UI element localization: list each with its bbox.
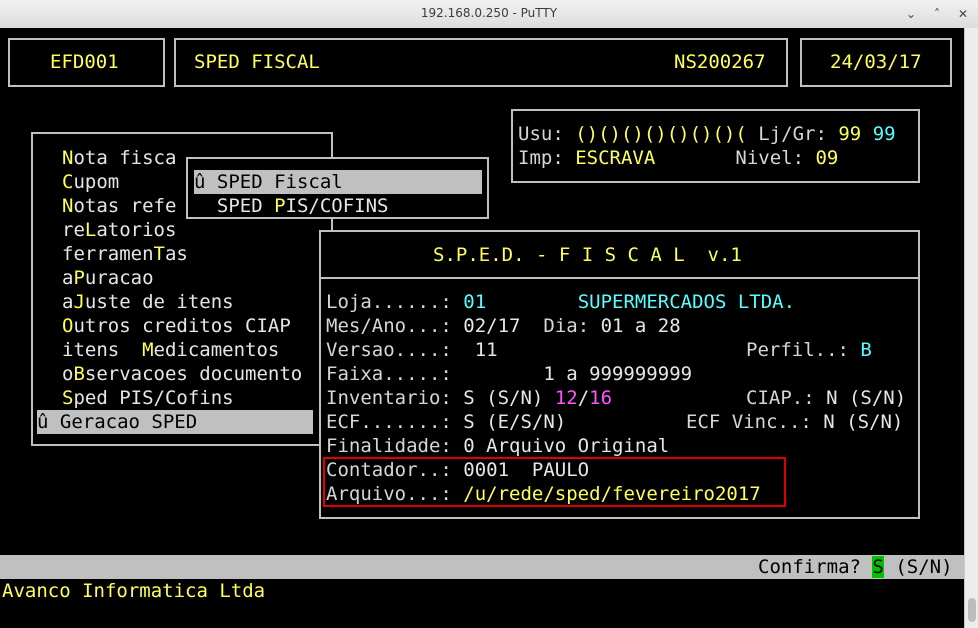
menu-item[interactable]: oBservacoes documento — [62, 362, 302, 386]
menu-item[interactable]: reLatorios — [62, 218, 176, 242]
menu-item[interactable]: aJuste de itens — [62, 290, 234, 314]
module-name: SPED FISCAL — [194, 51, 320, 73]
terminal-screen[interactable]: EFD001 SPED FISCAL NS200267 24/03/17 Usu… — [0, 28, 964, 628]
confirm-prompt[interactable]: Confirma? S (S/N) — [758, 555, 953, 579]
field-inventario[interactable]: Inventario: S (S/N) 12/16 — [326, 386, 612, 410]
field-ciap[interactable]: CIAP.: N (S/N) — [746, 386, 906, 410]
user-info-line1: Usu: ()()()()()()()( Lj/Gr: 99 99 — [518, 123, 896, 145]
confirm-answer[interactable]: S — [872, 556, 884, 578]
submenu-item-sped-fiscal[interactable]: û SPED Fiscal — [194, 170, 482, 194]
field-ecf-vinc[interactable]: ECF Vinc..: N (S/N) — [686, 410, 903, 434]
minimize-icon[interactable]: ⌄ — [902, 5, 920, 23]
menu-item-geracao-sped[interactable]: û Geracao SPED — [37, 410, 313, 434]
serial-number: NS200267 — [674, 51, 766, 73]
menu-item[interactable]: Notas refe — [62, 194, 176, 218]
field-ecf[interactable]: ECF.......: S (E/S/N) — [326, 410, 566, 434]
dialog-title: S.P.E.D. - F I S C A L v.1 — [433, 244, 742, 266]
field-perfil[interactable]: Perfil..: B — [746, 338, 872, 362]
user-info-line2: Imp: ESCRAVA Nivel: 09 — [518, 147, 839, 169]
dialog-divider — [321, 277, 918, 279]
submenu-item-sped-pis-cofins[interactable]: SPED PIS/COFINS — [194, 194, 389, 218]
menu-item[interactable]: Outros creditos CIAP — [62, 314, 291, 338]
window-title: 192.168.0.250 - PuTTY — [420, 6, 558, 20]
scrollbar-thumb[interactable] — [968, 598, 976, 622]
footer-company: Avanco Informatica Ltda — [2, 580, 266, 602]
close-icon[interactable]: ✕ — [954, 5, 972, 23]
field-faixa[interactable]: Faixa.....: 1 a 999999999 — [326, 362, 692, 386]
highlight-annotation — [323, 457, 786, 507]
menu-item[interactable]: itens Medicamentos — [62, 338, 279, 362]
menu-item[interactable]: Cupom — [62, 170, 119, 194]
menu-item[interactable]: Sped PIS/Cofins — [62, 386, 234, 410]
program-code: EFD001 — [50, 51, 119, 73]
field-mes-ano[interactable]: Mes/Ano...: 02/17 Dia: 01 a 28 — [326, 314, 681, 338]
window-titlebar: 192.168.0.250 - PuTTY ⌄ ˄ ✕ — [0, 0, 978, 29]
menu-item[interactable]: Nota fisca — [62, 146, 176, 170]
field-versao[interactable]: Versao....: 11 — [326, 338, 498, 362]
menu-item[interactable]: aPuracao — [62, 266, 154, 290]
maximize-icon[interactable]: ˄ — [928, 5, 946, 23]
header-date: 24/03/17 — [830, 51, 922, 73]
menu-item[interactable]: ferramenTas — [62, 242, 188, 266]
scrollbar[interactable] — [964, 28, 978, 628]
field-loja[interactable]: Loja......: 01 SUPERMERCADOS LTDA. — [326, 290, 795, 314]
field-finalidade[interactable]: Finalidade: 0 Arquivo Original — [326, 434, 669, 458]
